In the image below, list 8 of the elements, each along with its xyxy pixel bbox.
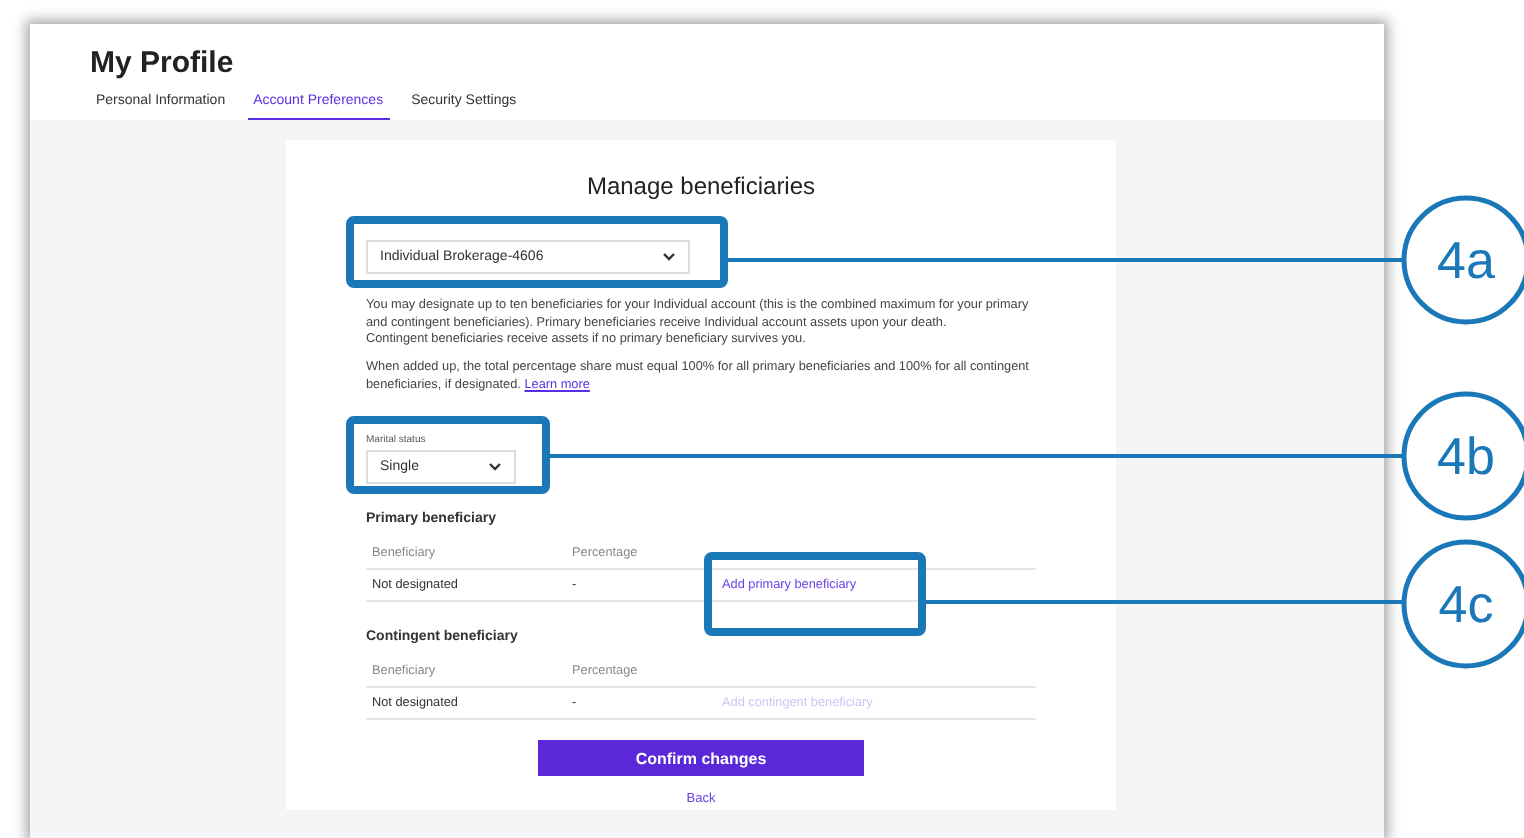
callout-label: 4c: [1438, 574, 1494, 634]
page-title: My Profile: [90, 46, 236, 80]
card-title: Manage beneficiaries: [584, 172, 818, 200]
chevron-down-icon: [662, 252, 676, 262]
callout-label: 4a: [1437, 230, 1495, 290]
chevron-down-icon: [488, 462, 502, 473]
callout-label: 4b: [1437, 426, 1495, 486]
confirm-button[interactable]: Confirm changes: [538, 740, 864, 777]
